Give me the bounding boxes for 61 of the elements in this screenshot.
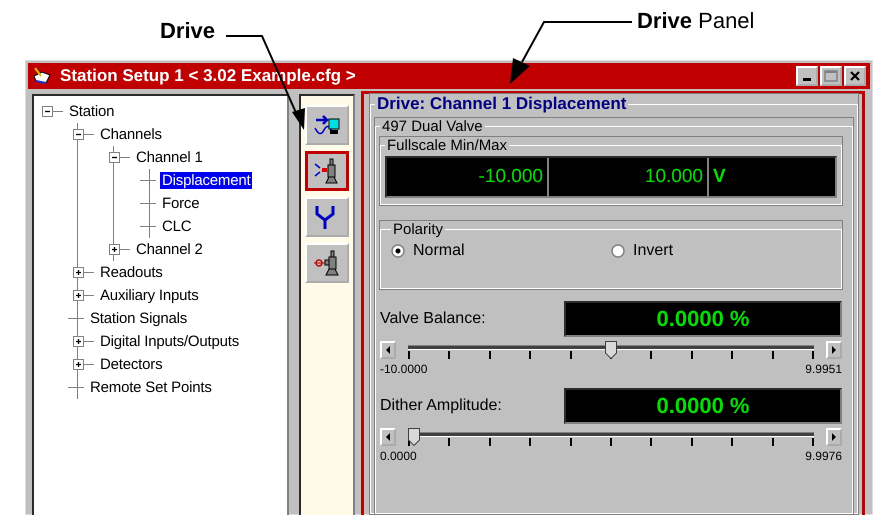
expand-icon[interactable] — [73, 290, 84, 301]
tree-item[interactable]: Channels — [98, 126, 164, 143]
min-label: 0.0000 — [380, 449, 417, 463]
maximize-icon — [824, 70, 838, 82]
toolbar-button[interactable] — [305, 151, 349, 191]
radio-label: Invert — [633, 242, 674, 260]
tree-item[interactable]: Digital Inputs/Outputs — [98, 333, 242, 350]
expand-icon[interactable] — [109, 244, 120, 255]
min-value: -10.000 — [387, 158, 549, 196]
radio-button[interactable] — [611, 244, 625, 258]
slider-track[interactable] — [408, 341, 814, 361]
scroll-left-button[interactable] — [380, 341, 396, 359]
slider-thumb[interactable] — [408, 428, 420, 446]
callout-label: Drive Panel — [637, 8, 754, 34]
unit-label: V — [712, 165, 727, 189]
panel-title: Drive: Channel 1 Displacement — [377, 94, 626, 113]
max-label: 9.9951 — [805, 362, 842, 376]
tree-item[interactable]: Station — [67, 103, 116, 120]
expand-icon[interactable] — [73, 359, 84, 370]
right-arrow-icon — [831, 346, 837, 354]
tree-item[interactable]: Channel 1 — [134, 149, 205, 166]
close-button[interactable] — [844, 66, 866, 86]
collapse-icon[interactable] — [42, 106, 53, 117]
value-display: 0.0000 % — [564, 301, 842, 337]
group-label: Fullscale Min/Max — [387, 137, 508, 154]
tree-item[interactable]: CLC — [160, 218, 194, 235]
collapse-icon[interactable] — [73, 129, 84, 140]
radio-label: Normal — [413, 242, 465, 260]
radio-button[interactable] — [391, 244, 405, 258]
field-label: Dither Amplitude: — [380, 397, 502, 415]
tree-item[interactable]: Readouts — [98, 264, 165, 281]
callout-label: Drive — [160, 18, 216, 44]
field-label: Valve Balance: — [380, 310, 486, 328]
maximize-button[interactable] — [820, 66, 842, 86]
expand-icon[interactable] — [73, 336, 84, 347]
tree-item[interactable]: Force — [160, 195, 202, 212]
scroll-right-button[interactable] — [826, 341, 842, 359]
close-icon — [849, 70, 861, 82]
collapse-icon[interactable] — [109, 152, 120, 163]
expand-icon[interactable] — [73, 267, 84, 278]
minimize-button[interactable] — [796, 66, 818, 86]
group-label: Polarity — [393, 221, 444, 238]
slider-track[interactable] — [408, 428, 814, 448]
value-display: 0.0000 % — [564, 388, 842, 424]
tree-item[interactable]: Auxiliary Inputs — [98, 287, 201, 304]
tree-item[interactable]: Channel 2 — [134, 241, 205, 258]
max-label: 9.9976 — [805, 449, 842, 463]
tree-item[interactable]: Displacement — [160, 172, 252, 189]
tree-item[interactable]: Station Signals — [88, 310, 190, 327]
tree-item[interactable]: Remote Set Points — [88, 379, 214, 396]
left-arrow-icon — [385, 346, 391, 354]
scroll-left-button[interactable] — [380, 428, 396, 446]
tree-item[interactable]: Detectors — [98, 356, 164, 373]
max-value: 10.000 — [549, 158, 709, 196]
scroll-right-button[interactable] — [826, 428, 842, 446]
slider-thumb[interactable] — [605, 341, 617, 359]
right-arrow-icon — [831, 433, 837, 441]
group-label: 497 Dual Valve — [382, 118, 483, 135]
minimize-icon — [803, 78, 811, 81]
left-arrow-icon — [385, 433, 391, 441]
min-label: -10.0000 — [380, 362, 428, 376]
